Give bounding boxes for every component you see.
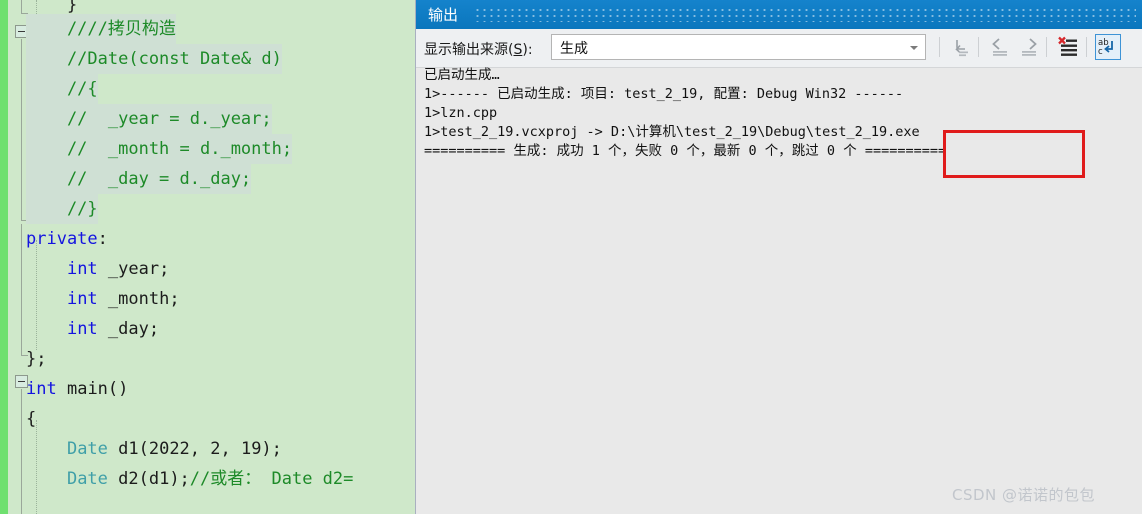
code-line[interactable]: int _day; (26, 314, 159, 344)
toggle-word-wrap-button[interactable]: ab c (1095, 34, 1121, 60)
code-token: _month; (97, 289, 180, 309)
code-token: int (66, 289, 98, 309)
code-token: Date (66, 439, 108, 459)
select-value: 生成 (560, 41, 588, 57)
toolbar-separator (978, 37, 979, 57)
code-line[interactable]: //} (26, 194, 98, 224)
code-line[interactable]: }; (26, 344, 46, 374)
code-line[interactable]: int _year; (26, 254, 169, 284)
code-token: _year; (97, 259, 170, 279)
code-token: main (66, 379, 108, 399)
code-token: : (97, 229, 108, 249)
code-token: Date (66, 469, 108, 489)
output-panel[interactable]: 输出 显示输出来源(S): 生成 ab c 已启动生成… 1>------ 已启… (416, 0, 1142, 514)
code-line[interactable]: int _month; (26, 284, 180, 314)
arrow-left-icon (992, 38, 1007, 56)
code-line[interactable]: ////拷贝构造 (26, 14, 176, 44)
fold-scope-line (21, 39, 22, 221)
code-line[interactable]: int main() (26, 374, 128, 404)
code-token: // _year = d._year; (26, 109, 272, 129)
code-line[interactable]: // _year = d._year; (26, 104, 272, 134)
show-output-from-select[interactable]: 生成 (551, 34, 926, 60)
fold-scope-line (21, 389, 22, 514)
code-token: int (66, 319, 98, 339)
clear-all-button[interactable] (1055, 34, 1081, 60)
svg-text:c: c (1098, 47, 1103, 57)
toolbar-separator (1086, 37, 1087, 57)
annotation-rectangle (943, 130, 1085, 178)
code-token: int (66, 259, 98, 279)
toolbar-separator (939, 37, 940, 57)
output-panel-titlebar[interactable]: 输出 (416, 0, 1142, 29)
find-message-icon (955, 40, 968, 57)
change-tracking-margin (0, 0, 8, 514)
output-line: 1>lzn.cpp (424, 105, 498, 121)
code-token: _day; (97, 319, 160, 339)
label-part-pre: 显示输出来源( (424, 42, 514, 58)
code-line[interactable]: //{ (26, 74, 98, 104)
code-token: }; (26, 349, 47, 369)
output-panel-title: 输出 (428, 6, 459, 24)
code-token: // _month = d._month; (26, 139, 293, 159)
chevron-down-icon[interactable] (910, 46, 918, 50)
next-message-button[interactable] (1016, 34, 1042, 60)
code-token: d1(2022, 2, 19); (107, 439, 282, 459)
code-token: // _day = d._day; (26, 169, 252, 189)
code-token: //Date(const Date& d) (26, 49, 282, 69)
show-output-from-label: 显示输出来源(S): (424, 39, 533, 59)
code-line[interactable]: private: (26, 224, 108, 254)
code-token: //{ (26, 79, 98, 99)
code-line[interactable]: Date d1(2022, 2, 19); (26, 434, 282, 464)
code-token: } (26, 0, 78, 15)
arrow-right-icon (1022, 38, 1037, 56)
code-token: private (26, 229, 98, 249)
fold-scope-line (21, 224, 22, 355)
code-token: ////拷贝构造 (26, 19, 176, 39)
clear-all-icon (1058, 36, 1077, 56)
code-line[interactable]: Date d2(d1);//或者： Date d2= (26, 464, 353, 494)
fold-scope-line (21, 0, 22, 14)
label-part-post: ): (522, 42, 533, 58)
toolbar-separator (1046, 37, 1047, 57)
output-line: 已启动生成… (424, 67, 500, 83)
code-token: //或者： Date d2= (189, 469, 354, 489)
code-token: //} (26, 199, 98, 219)
output-toolbar[interactable]: 显示输出来源(S): 生成 ab c (416, 29, 1142, 68)
find-message-button[interactable] (948, 34, 974, 60)
code-line[interactable]: // _day = d._day; (26, 164, 252, 194)
code-line[interactable]: { (26, 404, 36, 434)
code-line[interactable]: //Date(const Date& d) (26, 44, 282, 74)
code-token: () (107, 379, 129, 399)
output-line: 1>------ 已启动生成: 项目: test_2_19, 配置: Debug… (424, 86, 904, 102)
drag-handle[interactable] (474, 7, 1136, 22)
code-token: int (26, 379, 57, 399)
code-token: d2(d1); (107, 469, 190, 489)
word-wrap-icon: ab c (1098, 38, 1113, 57)
code-line[interactable]: // _month = d._month; (26, 134, 293, 164)
watermark: CSDN @诺诺的包包 (952, 486, 1096, 504)
code-token: { (26, 409, 37, 429)
previous-message-button[interactable] (987, 34, 1013, 60)
